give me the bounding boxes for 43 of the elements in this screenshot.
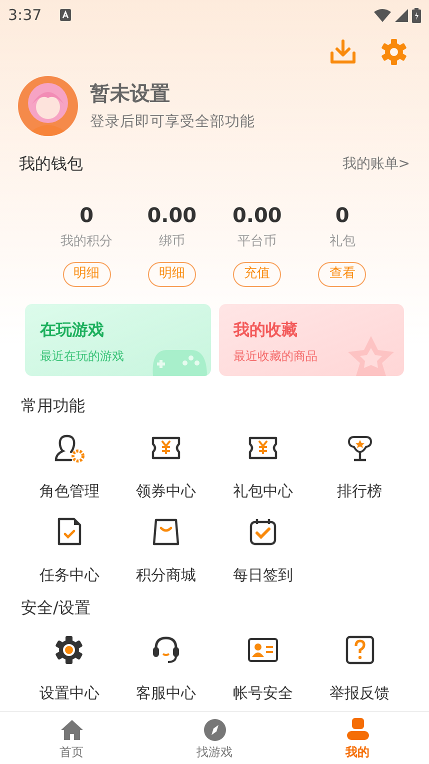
wallet-label: 绑币 xyxy=(158,233,185,251)
person-icon xyxy=(346,718,370,742)
signal-icon xyxy=(395,8,408,22)
keyboard-icon xyxy=(60,9,71,21)
settings-button[interactable] xyxy=(380,38,408,66)
card-subtitle: 最近在玩的游戏 xyxy=(40,348,124,364)
feature-item[interactable]: 设置中心 xyxy=(21,634,118,702)
compass-icon xyxy=(202,718,226,742)
nav-tab[interactable]: 找游戏 xyxy=(143,712,286,764)
wallet-label: 平台币 xyxy=(238,233,277,251)
nav-tab[interactable]: 首页 xyxy=(0,712,143,764)
gear-icon xyxy=(53,634,86,666)
feature-item[interactable]: 帐号安全 xyxy=(214,634,312,702)
feature-item[interactable]: 客服中心 xyxy=(118,634,214,702)
status-time: 3:37 xyxy=(8,4,42,26)
bill-link[interactable]: 我的账单> xyxy=(342,154,410,174)
section-title: 常用功能 xyxy=(20,394,86,416)
feature-item[interactable]: 每日签到 xyxy=(214,516,312,584)
card-subtitle: 最近收藏的商品 xyxy=(234,348,318,364)
wallet-value: 0.00 xyxy=(232,203,282,227)
feature-item[interactable]: 举报反馈 xyxy=(311,634,408,702)
battery-icon xyxy=(412,8,421,22)
wallet-label: 我的积分 xyxy=(60,233,113,251)
card-title: 我的收藏 xyxy=(234,318,298,340)
feature-item[interactable]: 排行榜 xyxy=(311,432,408,500)
section-title: 安全/设置 xyxy=(20,596,92,618)
home-icon xyxy=(60,718,84,742)
wallet-label: 礼包 xyxy=(329,233,356,251)
wallet-value: 0 xyxy=(335,203,350,227)
profile-subtitle: 登录后即可享受全部功能 xyxy=(90,112,255,132)
feature-item[interactable]: 任务中心 xyxy=(21,516,118,584)
download-button[interactable] xyxy=(330,39,356,65)
feature-item[interactable]: 领券中心 xyxy=(118,432,214,500)
wallet-value: 0 xyxy=(80,203,94,227)
profile-name: 暂未设置 xyxy=(90,80,171,108)
feature-item[interactable]: 积分商城 xyxy=(118,516,214,584)
question-mark-icon xyxy=(344,634,376,666)
feature-item[interactable]: 角色管理 xyxy=(21,432,118,500)
feature-item[interactable]: 礼包中心 xyxy=(214,432,312,500)
section-title: 我的钱包 xyxy=(19,153,83,175)
wallet-value: 0.00 xyxy=(147,203,197,227)
wifi-icon xyxy=(374,8,391,22)
card-title: 在玩游戏 xyxy=(40,318,105,340)
